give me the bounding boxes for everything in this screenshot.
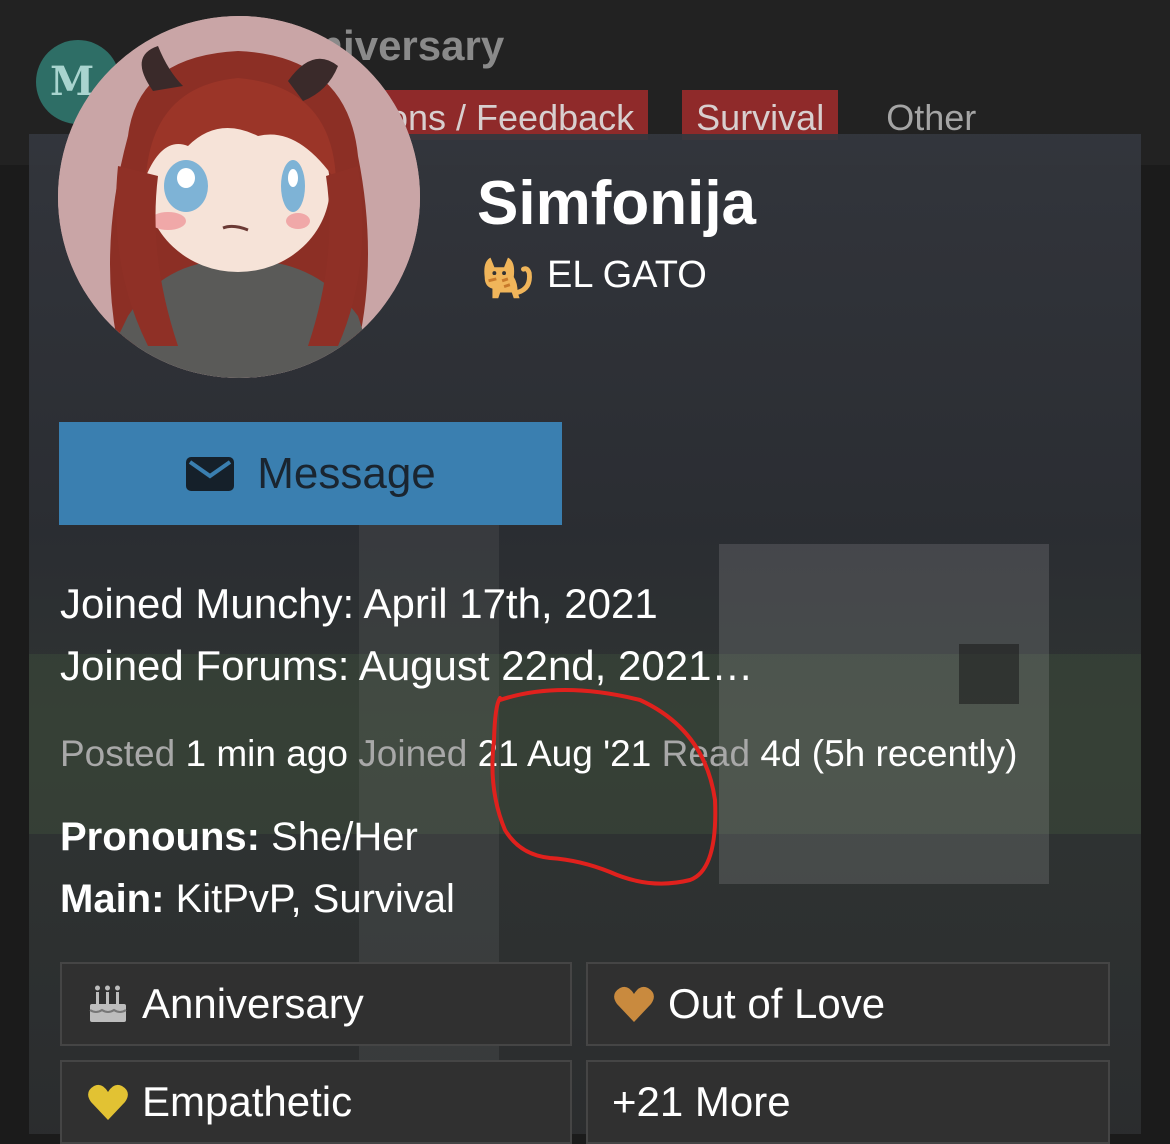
badge-anniversary[interactable]: Anniversary bbox=[60, 962, 572, 1046]
badge-empathetic[interactable]: Empathetic bbox=[60, 1060, 572, 1144]
message-button[interactable]: Message bbox=[59, 422, 562, 525]
posted-label: Posted bbox=[60, 733, 176, 774]
member-stats: Posted 1 min ago Joined 21 Aug '21 Read … bbox=[60, 733, 1017, 775]
pronouns-field: Pronouns: She/Her bbox=[60, 815, 418, 860]
read-label: Read bbox=[661, 733, 751, 774]
category-tabs: ssions / Feedback Survival Other bbox=[330, 90, 990, 140]
pronouns-value: She/Her bbox=[271, 815, 418, 859]
joined-munchy: Joined Munchy: April 17th, 2021 bbox=[60, 580, 658, 627]
heart-icon bbox=[88, 1084, 128, 1120]
user-title: EL GATO bbox=[475, 244, 707, 306]
heart-icon bbox=[614, 986, 654, 1022]
pronouns-label: Pronouns: bbox=[60, 815, 260, 859]
main-label: Main: bbox=[60, 877, 165, 921]
message-button-label: Message bbox=[257, 448, 436, 498]
envelope-icon bbox=[186, 456, 235, 491]
posted-value: 1 min ago bbox=[185, 733, 348, 774]
user-avatar[interactable] bbox=[58, 16, 420, 378]
joined-value: 21 Aug '21 bbox=[477, 733, 652, 774]
cake-icon bbox=[89, 985, 127, 1022]
joined-label: Joined bbox=[358, 733, 468, 774]
tab-other[interactable]: Other bbox=[872, 90, 990, 140]
read-value: 4d (5h recently) bbox=[760, 733, 1018, 774]
badge-out-of-love[interactable]: Out of Love bbox=[586, 962, 1110, 1046]
main-value: KitPvP, Survival bbox=[175, 877, 455, 921]
cat-icon bbox=[484, 257, 532, 299]
joined-forums: Joined Forums: August 22nd, 2021… bbox=[60, 642, 754, 689]
tab-survival[interactable]: Survival bbox=[682, 90, 839, 140]
badge-more[interactable]: +21 More bbox=[586, 1060, 1110, 1144]
username[interactable]: Simfonija bbox=[477, 168, 756, 239]
main-field: Main: KitPvP, Survival bbox=[60, 877, 455, 922]
